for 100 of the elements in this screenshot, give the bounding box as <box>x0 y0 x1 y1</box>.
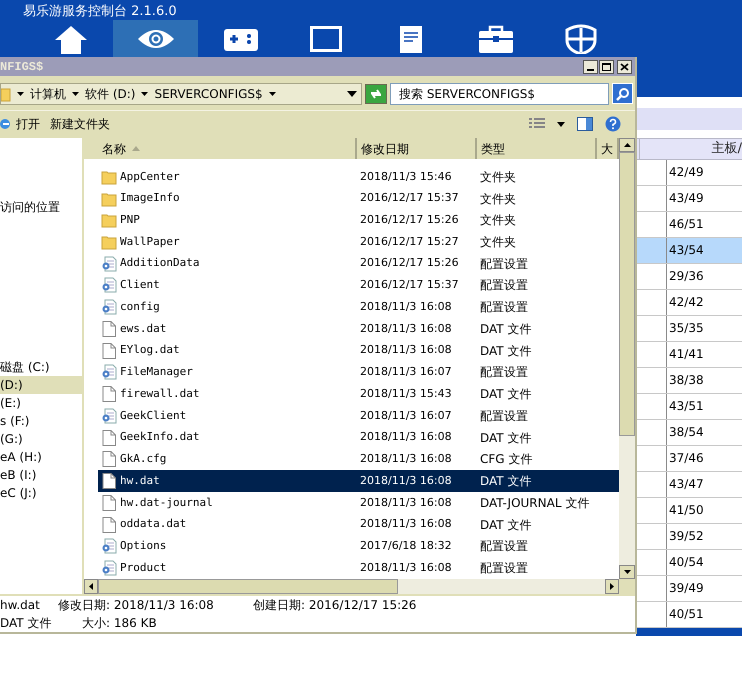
breadcrumb-item[interactable]: SERVERCONFIGS$ <box>154 84 263 103</box>
table-row[interactable]: 40/54 <box>636 550 742 576</box>
file-row[interactable]: firewall.dat 2018/11/3 15:43 DAT 文件 <box>98 383 619 405</box>
navigation-item[interactable]: (G:) <box>0 430 82 448</box>
file-name: ImageInfo <box>120 190 181 206</box>
minimize-button[interactable] <box>583 60 598 74</box>
table-row[interactable]: 35/35 <box>636 316 742 342</box>
dropdown-icon[interactable] <box>347 90 357 97</box>
file-date: 2017/6/18 18:32 <box>360 538 453 554</box>
table-row[interactable]: 42/42 <box>636 290 742 316</box>
table-row[interactable]: 46/51 <box>636 212 742 238</box>
file-row[interactable]: ews.dat 2018/11/3 16:08 DAT 文件 <box>98 318 619 340</box>
file-name: WallPaper <box>120 234 181 250</box>
file-row[interactable]: Options 2017/6/18 18:32 配置设置 <box>98 535 619 558</box>
table-row[interactable]: 38/54 <box>636 420 742 446</box>
file-date: 2018/11/3 16:08 <box>360 451 453 468</box>
table-row[interactable]: 39/49 <box>636 576 742 602</box>
scroll-right-icon[interactable] <box>610 583 614 590</box>
file-row[interactable]: Client 2016/12/17 15:37 配置设置 <box>98 274 619 296</box>
refresh-button[interactable] <box>365 84 387 104</box>
file-date: 2018/11/3 16:08 <box>360 494 453 511</box>
table-row[interactable]: 40/51 <box>636 602 742 628</box>
file-row[interactable]: config 2018/11/3 16:08 配置设置 <box>98 296 619 318</box>
breadcrumb-item[interactable]: 软件 (D:) <box>85 84 136 103</box>
view-options-icon[interactable] <box>529 118 545 130</box>
file-row[interactable]: GeekInfo.dat 2018/11/3 16:08 DAT 文件 <box>98 426 619 448</box>
search-button[interactable] <box>612 83 633 104</box>
caret-icon[interactable] <box>17 92 24 96</box>
scroll-left-icon[interactable] <box>89 583 93 590</box>
file-row[interactable]: WallPaper 2016/12/17 15:27 文件夹 <box>98 231 619 253</box>
file-row[interactable]: PNP 2016/12/17 15:26 文件夹 <box>98 209 619 232</box>
file-date: 2018/11/3 16:08 <box>360 298 453 315</box>
file-row[interactable]: oddata.dat 2018/11/3 16:08 DAT 文件 <box>98 514 619 536</box>
file-name: firewall.dat <box>120 386 200 402</box>
scroll-down-icon[interactable] <box>624 570 630 574</box>
toolbar-button[interactable]: 新建文件夹 <box>50 112 120 136</box>
file-row[interactable]: GeekClient 2018/11/3 16:07 配置设置 <box>98 405 619 427</box>
navigation-item[interactable]: eC (J:) <box>0 484 82 502</box>
folder-icon <box>101 190 117 207</box>
table-row[interactable]: 43/51 <box>636 394 742 420</box>
file-name: EYlog.dat <box>120 342 181 358</box>
file-icon <box>102 430 116 446</box>
table-row[interactable]: 43/49 <box>636 186 742 212</box>
column-header[interactable]: 名称 <box>98 138 357 159</box>
table-row[interactable]: 37/46 <box>636 446 742 472</box>
vertical-scrollbar[interactable] <box>619 138 635 579</box>
file-row[interactable]: GkA.cfg 2018/11/3 16:08 CFG 文件 <box>98 448 619 470</box>
table-cell-text: 40/54 <box>668 554 704 571</box>
file-row[interactable]: ImageInfo 2016/12/17 15:37 文件夹 <box>98 188 619 210</box>
horizontal-scrollbar[interactable] <box>84 579 619 594</box>
navigation-item[interactable]: (D:) <box>0 376 82 394</box>
caret-icon[interactable] <box>557 122 565 127</box>
navigation-item[interactable]: 磁盘 (C:) <box>0 358 82 376</box>
file-row[interactable]: Product 2018/11/3 16:08 配置设置 <box>98 557 619 579</box>
file-type: DAT 文件 <box>480 430 532 447</box>
file-type: 文件夹 <box>480 234 516 251</box>
column-header[interactable]: 类型 <box>477 138 597 159</box>
help-icon[interactable] <box>605 116 621 132</box>
gamepad-icon <box>222 26 258 50</box>
file-row[interactable]: EYlog.dat 2018/11/3 16:08 DAT 文件 <box>98 340 619 362</box>
caret-icon[interactable] <box>141 92 148 96</box>
file-row[interactable]: FileManager 2018/11/3 16:07 配置设置 <box>98 362 619 384</box>
navigation-item[interactable]: s (F:) <box>0 412 82 430</box>
navigation-item[interactable]: 访问的位置 <box>0 198 82 216</box>
table-row[interactable]: 29/36 <box>636 264 742 290</box>
settings-file-icon <box>101 277 117 294</box>
preview-pane-icon[interactable] <box>577 117 593 132</box>
column-header[interactable]: 修改日期 <box>357 138 477 159</box>
address-bar[interactable]: 计算机 软件 (D:) SERVERCONFIGS$ <box>0 82 362 105</box>
table-row[interactable]: 41/50 <box>636 498 742 524</box>
table-row[interactable]: 38/38 <box>636 368 742 394</box>
toolbar-item[interactable] <box>113 20 198 57</box>
table-cell-text: 43/47 <box>668 476 704 493</box>
table-row[interactable]: 41/41 <box>636 342 742 368</box>
file-date: 2016/12/17 15:26 <box>360 212 460 228</box>
created-date: 创建日期: 2016/12/17 15:26 <box>253 597 416 614</box>
close-button[interactable] <box>617 60 632 74</box>
file-row[interactable]: hw.dat-journal 2018/11/3 16:08 DAT-JOURNAL 文件 <box>98 492 619 514</box>
table-cell-text: 29/36 <box>668 268 704 285</box>
file-row[interactable]: AdditionData 2016/12/17 15:26 配置设置 <box>98 252 619 275</box>
table-row[interactable]: 39/52 <box>636 524 742 550</box>
table-row[interactable]: 42/49 <box>636 160 742 186</box>
search-field[interactable]: 搜索 SERVERCONFIGS$ <box>390 82 609 105</box>
caret-icon[interactable] <box>72 92 79 96</box>
table-cell-text: 39/49 <box>668 580 704 597</box>
table-row[interactable]: 43/47 <box>636 472 742 498</box>
navigation-item[interactable]: eB (I:) <box>0 466 82 484</box>
toolbar-button[interactable]: 打开 <box>0 112 50 136</box>
file-type: DAT 文件 <box>480 516 532 534</box>
file-row[interactable]: hw.dat 2018/11/3 16:08 DAT 文件 <box>98 470 619 492</box>
caret-icon[interactable] <box>268 92 276 96</box>
navigation-item[interactable]: eA (H:) <box>0 448 82 466</box>
navigation-item[interactable]: (E:) <box>0 394 82 412</box>
scroll-up-icon[interactable] <box>624 143 630 147</box>
file-type: 配置设置 <box>480 299 528 316</box>
file-date: 2016/12/17 15:37 <box>360 190 460 206</box>
breadcrumb-item[interactable]: 计算机 <box>30 84 66 103</box>
file-row[interactable]: AppCenter 2018/11/3 15:46 文件夹 <box>98 166 619 188</box>
maximize-button[interactable] <box>599 60 614 74</box>
table-row[interactable]: 43/54 <box>636 238 742 264</box>
